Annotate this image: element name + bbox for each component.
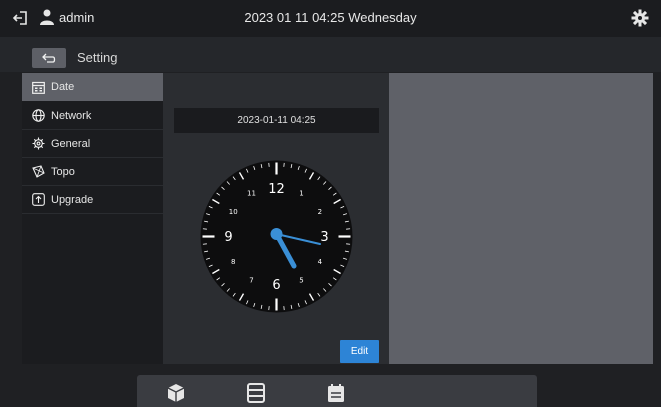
page-title: Setting bbox=[77, 50, 118, 65]
clock-number: 6 bbox=[272, 278, 280, 293]
sidebar-item-label: Topo bbox=[51, 165, 75, 178]
clock-number: 12 bbox=[268, 182, 285, 197]
sidebar-item-general[interactable]: General bbox=[22, 130, 163, 158]
clock-number: 9 bbox=[224, 230, 232, 245]
clock-number: 4 bbox=[318, 258, 323, 266]
back-arrow-icon bbox=[42, 53, 56, 63]
clock-number: 7 bbox=[249, 276, 253, 284]
clock-number: 10 bbox=[229, 208, 238, 216]
top-bar: admin 2023 01 11 04:25 Wednesday bbox=[0, 0, 661, 37]
calendar-icon[interactable] bbox=[326, 383, 346, 403]
calendar-icon bbox=[32, 81, 45, 94]
sidebar: Date Network General Topo Upgrade bbox=[22, 73, 163, 364]
clock-number: 11 bbox=[247, 190, 256, 198]
clock-number: 1 bbox=[299, 190, 303, 198]
header-datetime: 2023 01 11 04:25 Wednesday bbox=[244, 10, 417, 25]
back-button[interactable] bbox=[32, 48, 66, 68]
cube-icon[interactable] bbox=[166, 383, 186, 403]
clock-center bbox=[270, 228, 283, 240]
sidebar-item-label: Date bbox=[51, 81, 75, 93]
clock-number: 3 bbox=[320, 230, 328, 245]
analog-clock: 12 1234567891011 bbox=[200, 160, 353, 313]
clock-number: 8 bbox=[231, 258, 235, 266]
sidebar-item-label: General bbox=[51, 137, 91, 150]
clock-number: 5 bbox=[299, 276, 303, 284]
upgrade-icon bbox=[32, 193, 45, 206]
clock-number: 2 bbox=[318, 208, 322, 216]
sidebar-item-label: Network bbox=[51, 109, 92, 122]
sidebar-item-date[interactable]: Date bbox=[22, 73, 163, 101]
globe-icon bbox=[32, 109, 45, 122]
sidebar-item-topo[interactable]: Topo bbox=[22, 158, 163, 186]
topo-icon bbox=[32, 165, 45, 178]
edit-button[interactable]: Edit bbox=[340, 340, 379, 363]
current-date-display[interactable]: 2023-01-11 04:25 bbox=[174, 108, 379, 133]
settings-gear-icon[interactable] bbox=[631, 9, 649, 27]
sidebar-item-label: Upgrade bbox=[51, 193, 94, 206]
sidebar-item-network[interactable]: Network bbox=[22, 102, 163, 130]
sidebar-item-upgrade[interactable]: Upgrade bbox=[22, 186, 163, 214]
gear-icon bbox=[32, 137, 45, 150]
right-panel bbox=[389, 73, 653, 364]
server-icon[interactable] bbox=[246, 383, 266, 403]
